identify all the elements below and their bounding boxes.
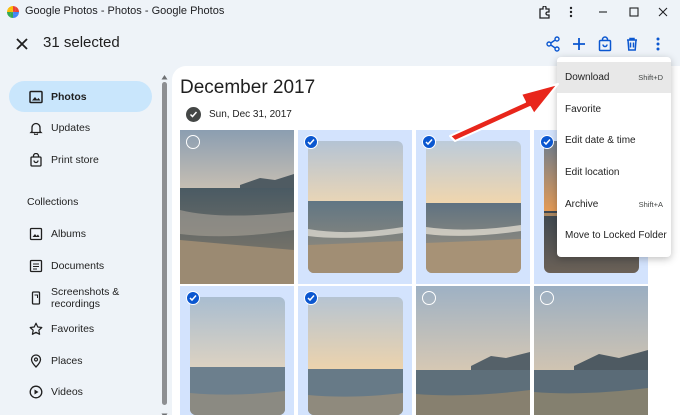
bell-icon	[28, 120, 44, 136]
photo-icon	[28, 89, 44, 105]
photo-image	[534, 286, 648, 415]
select-checkbox[interactable]	[186, 135, 200, 149]
scroll-down-arrow-icon[interactable]	[161, 406, 168, 415]
play-circle-icon	[28, 384, 44, 400]
delete-icon[interactable]	[621, 33, 643, 55]
sidebar-item-places[interactable]: Places	[9, 345, 152, 376]
more-options-menu: Download Shift+D Favorite Edit date & ti…	[557, 57, 671, 257]
selected-count: 31 selected	[43, 34, 120, 51]
photo-thumbnail[interactable]	[298, 286, 412, 415]
menu-item-shortcut: Shift+A	[638, 200, 663, 209]
menu-item-label: Favorite	[565, 104, 602, 115]
menu-item-move-to-locked-folder[interactable]: Move to Locked Folder	[557, 220, 671, 251]
shopping-bag-icon	[28, 152, 44, 168]
menu-item-label: Edit location	[565, 167, 620, 178]
sidebar-item-label: Screenshots & recordings	[51, 285, 120, 310]
sidebar-item-label: Updates	[51, 121, 91, 134]
more-vert-icon[interactable]	[556, 0, 586, 24]
menu-item-download[interactable]: Download Shift+D	[557, 62, 671, 93]
sidebar-item-screenshots[interactable]: Screenshots & recordings	[9, 282, 152, 313]
star-icon	[28, 321, 44, 337]
sidebar-item-label: Documents	[51, 259, 105, 272]
select-checkbox[interactable]	[422, 135, 436, 149]
sidebar-item-label: Print store	[51, 153, 99, 166]
photo-image	[190, 297, 285, 415]
menu-item-label: Edit date & time	[565, 135, 636, 146]
sidebar-item-label: Places	[51, 354, 83, 367]
select-checkbox[interactable]	[540, 291, 554, 305]
sidebar-item-videos[interactable]: Videos	[9, 376, 152, 407]
scrollbar-thumb[interactable]	[162, 82, 167, 405]
window-title: Google Photos - Photos - Google Photos	[25, 5, 225, 17]
photo-thumbnail[interactable]	[416, 286, 530, 415]
menu-item-edit-location[interactable]: Edit location	[557, 157, 671, 188]
menu-item-edit-date-time[interactable]: Edit date & time	[557, 125, 671, 156]
date-label: Sun, Dec 31, 2017	[209, 109, 292, 120]
month-heading: December 2017	[180, 77, 316, 98]
sidebar-item-photos[interactable]: Photos	[9, 81, 152, 112]
select-checkbox[interactable]	[186, 291, 200, 305]
sidebar: Photos Updates Print store Collections A…	[0, 70, 160, 415]
clear-selection-button[interactable]	[12, 34, 32, 54]
sidebar-item-label: Photos	[51, 90, 87, 103]
photo-thumbnail[interactable]	[180, 286, 294, 415]
photo-image	[308, 297, 403, 415]
scroll-up-arrow-icon[interactable]	[161, 67, 168, 80]
annotation-arrow-icon	[449, 83, 559, 142]
sidebar-item-print-store[interactable]: Print store	[9, 144, 152, 175]
sidebar-item-updates[interactable]: Updates	[9, 112, 152, 143]
phone-screenshot-icon	[28, 290, 44, 306]
photo-thumbnail[interactable]	[534, 286, 648, 415]
sidebar-item-albums[interactable]: Albums	[9, 218, 152, 249]
menu-item-archive[interactable]: Archive Shift+A	[557, 189, 671, 220]
photo-thumbnail[interactable]	[298, 130, 412, 284]
sidebar-item-favorites[interactable]: Favorites	[9, 313, 152, 344]
menu-item-label: Download	[565, 72, 610, 83]
photo-image	[180, 130, 294, 284]
shopping-bag-icon[interactable]	[594, 33, 616, 55]
album-icon	[28, 226, 44, 242]
extension-icon[interactable]	[529, 0, 559, 24]
menu-item-label: Move to Locked Folder	[565, 230, 667, 241]
add-icon[interactable]	[568, 33, 590, 55]
collections-heading: Collections	[27, 196, 79, 208]
google-photos-logo-icon	[6, 5, 20, 19]
maximize-icon[interactable]	[619, 0, 649, 24]
select-checkbox[interactable]	[304, 291, 318, 305]
photo-image	[426, 141, 521, 273]
sidebar-item-label: Videos	[51, 385, 83, 398]
document-icon	[28, 258, 44, 274]
close-icon[interactable]	[648, 0, 678, 24]
minimize-icon[interactable]	[588, 0, 618, 24]
menu-item-label: Archive	[565, 199, 599, 210]
photo-thumbnail[interactable]	[416, 130, 530, 284]
title-bar: Google Photos - Photos - Google Photos	[0, 0, 680, 24]
sidebar-item-label: Favorites	[51, 322, 95, 335]
select-checkbox[interactable]	[304, 135, 318, 149]
menu-item-shortcut: Shift+D	[638, 73, 663, 82]
more-options-icon[interactable]	[647, 33, 669, 55]
photo-image	[416, 286, 530, 415]
sidebar-item-label: Albums	[51, 227, 87, 240]
select-checkbox[interactable]	[422, 291, 436, 305]
place-icon	[28, 353, 44, 369]
menu-item-favorite[interactable]: Favorite	[557, 94, 671, 125]
photo-thumbnail[interactable]	[180, 130, 294, 284]
photo-image	[308, 141, 403, 273]
sidebar-item-documents[interactable]: Documents	[9, 250, 152, 281]
select-date-checkbox[interactable]	[186, 107, 201, 122]
share-icon[interactable]	[542, 33, 564, 55]
